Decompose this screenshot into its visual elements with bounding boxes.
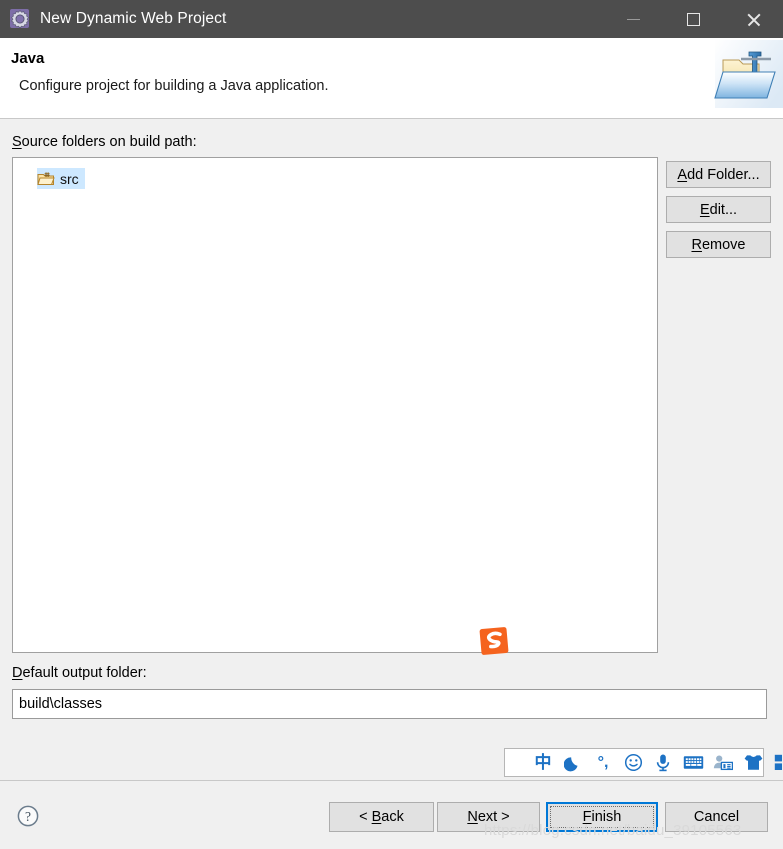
minimize-button[interactable]	[603, 0, 663, 38]
window-title: New Dynamic Web Project	[40, 10, 227, 27]
edit-accel: E	[699, 201, 710, 218]
default-output-folder-input[interactable]	[12, 689, 767, 719]
moon-icon[interactable]	[558, 749, 588, 776]
next-accel: N	[467, 809, 478, 825]
window-controls	[603, 0, 783, 38]
remove-label: emove	[701, 236, 746, 253]
source-folders-list[interactable]: src	[12, 157, 658, 653]
cancel-label: Cancel	[693, 809, 740, 825]
eclipse-wizard-gear-icon	[9, 8, 31, 30]
source-folders-label-accel: S	[12, 134, 22, 150]
edit-label: dit...	[709, 201, 738, 218]
default-output-folder-label: Default output folder:	[12, 665, 147, 681]
back-accel: B	[371, 809, 382, 825]
sogou-logo-icon[interactable]	[477, 624, 512, 659]
chinese-mode-icon[interactable]: 中	[528, 749, 558, 776]
soft-keyboard-icon[interactable]	[678, 749, 708, 776]
remove-accel: R	[691, 236, 702, 253]
edit-button[interactable]: Edit...	[666, 196, 771, 223]
sogou-ime-toolbar[interactable]: 中 °,	[504, 748, 782, 777]
minimize-icon	[626, 18, 640, 20]
help-question-icon[interactable]: ?	[16, 804, 40, 828]
source-folders-label-rest: ource folders on build path:	[21, 134, 197, 150]
list-item-label: src	[60, 170, 79, 187]
page-description: Configure project for building a Java ap…	[19, 78, 329, 94]
add-folder-label: dd Folder...	[687, 166, 760, 183]
remove-button[interactable]: Remove	[666, 231, 771, 258]
title-bar: New Dynamic Web Project	[0, 0, 783, 38]
wizard-body: Source folders on build path: src Add Fo…	[0, 119, 783, 780]
java-folder-icon	[705, 38, 783, 110]
sogou-logo-icon[interactable]	[0, 115, 6, 148]
next-button[interactable]: Next >	[437, 802, 540, 832]
toolbox-grid-icon[interactable]	[768, 749, 783, 776]
default-output-folder-label-accel: D	[12, 665, 23, 681]
package-folder-icon	[37, 171, 55, 187]
close-button[interactable]	[723, 0, 783, 38]
user-card-icon[interactable]	[708, 749, 738, 776]
microphone-icon[interactable]	[648, 749, 678, 776]
dialog-footer: ? < Back Next > Finish Cancel	[0, 780, 783, 849]
emoji-icon[interactable]	[618, 749, 648, 776]
back-label: ack	[381, 809, 404, 825]
new-dynamic-web-project-dialog: New Dynamic Web Project Java Configure p…	[0, 0, 783, 849]
close-icon	[746, 12, 761, 27]
next-label: ext >	[477, 809, 510, 825]
back-button[interactable]: < Back	[329, 802, 434, 832]
maximize-button[interactable]	[663, 0, 723, 38]
default-output-folder-label-rest: efault output folder:	[22, 665, 147, 681]
wizard-header: Java Configure project for building a Ja…	[0, 38, 783, 119]
add-folder-accel: A	[677, 166, 688, 183]
skin-shirt-icon[interactable]	[738, 749, 768, 776]
page-title: Java	[11, 50, 45, 67]
cancel-button[interactable]: Cancel	[665, 802, 768, 832]
punctuation-mode-icon[interactable]: °,	[588, 749, 618, 776]
maximize-icon	[686, 12, 700, 26]
svg-text:?: ?	[25, 809, 31, 824]
finish-accel: F	[582, 809, 592, 825]
back-prefix: <	[359, 809, 372, 825]
source-folders-label: Source folders on build path:	[12, 134, 197, 150]
list-item[interactable]: src	[37, 168, 85, 189]
finish-button[interactable]: Finish	[546, 802, 658, 832]
finish-label: inish	[591, 809, 622, 825]
add-folder-button[interactable]: Add Folder...	[666, 161, 771, 188]
